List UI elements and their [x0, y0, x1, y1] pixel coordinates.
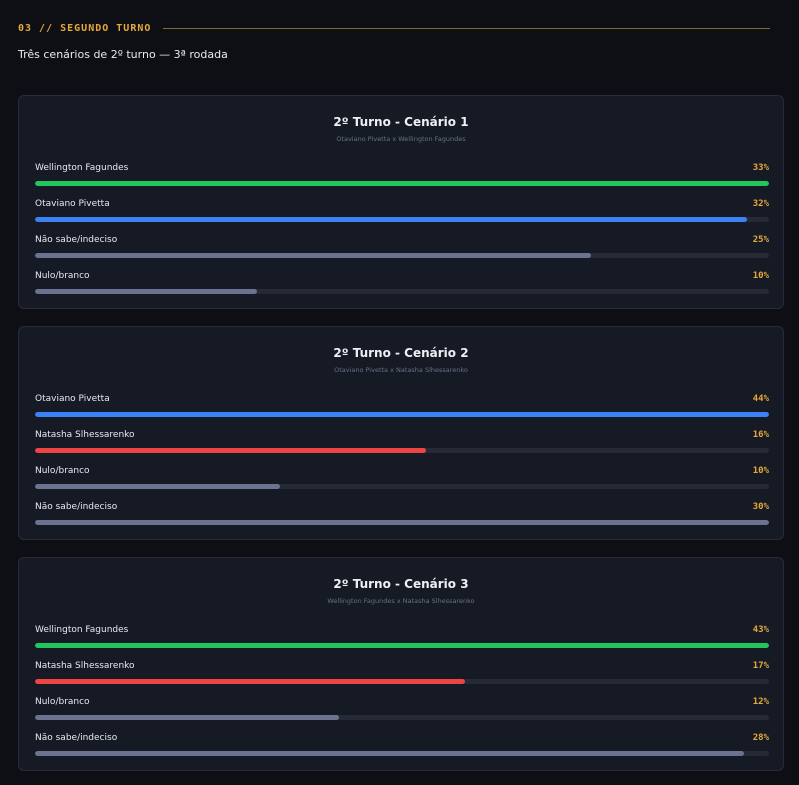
- bar: [35, 448, 427, 453]
- bar-label: Natasha Slhessarenko: [35, 661, 135, 671]
- bar-row: Wellington Fagundes 33%: [35, 163, 769, 193]
- bar-label: Nulo/branco: [35, 697, 90, 707]
- bar-row: Natasha Slhessarenko 16%: [35, 430, 769, 460]
- bar-row: Otaviano Pivetta 44%: [35, 394, 769, 424]
- bar-track: [35, 715, 769, 720]
- bar: [35, 679, 466, 684]
- bar-track: [35, 253, 769, 258]
- bar-track: [35, 643, 769, 648]
- section-header: 03 // SEGUNDO TURNO: [18, 21, 770, 35]
- bar: [35, 520, 769, 525]
- bar-label: Não sabe/indeciso: [35, 502, 118, 512]
- bar-value-label: 10%: [752, 466, 769, 476]
- bar-row: Natasha Slhessarenko 17%: [35, 661, 769, 691]
- bar-row: Wellington Fagundes 43%: [35, 625, 769, 655]
- bar-value-label: 33%: [752, 163, 769, 173]
- bar: [35, 253, 592, 258]
- section-divider: [163, 27, 770, 29]
- bar-row: Otaviano Pivetta 32%: [35, 199, 769, 229]
- bar-track: [35, 751, 769, 756]
- scenario-subtitle: Wellington Fagundes x Natasha Slhessaren…: [327, 597, 475, 605]
- scenario-title: 2º Turno - Cenário 1: [333, 115, 469, 129]
- bar: [35, 751, 744, 756]
- bar-label: Wellington Fagundes: [35, 163, 129, 173]
- scenario-card-3: 2º Turno - Cenário 3 Wellington Fagundes…: [18, 557, 784, 771]
- bar-value-label: 16%: [752, 430, 769, 440]
- bar-label: Otaviano Pivetta: [35, 394, 110, 404]
- scenario-title: 2º Turno - Cenário 2: [333, 346, 469, 360]
- bar-track: [35, 217, 769, 222]
- bar-track: [35, 484, 769, 489]
- section-subtitle: Três cenários de 2º turno — 3ª rodada: [18, 48, 228, 61]
- bar-value-label: 32%: [752, 199, 769, 209]
- bar-track: [35, 448, 769, 453]
- bar-row: Não sabe/indeciso 25%: [35, 235, 769, 265]
- bar-label: Não sabe/indeciso: [35, 235, 118, 245]
- bar-value-label: 25%: [752, 235, 769, 245]
- bar-row: Não sabe/indeciso 30%: [35, 502, 769, 532]
- bar-value-label: 30%: [752, 502, 769, 512]
- bar: [35, 412, 769, 417]
- bar-track: [35, 289, 769, 294]
- bar-value-label: 44%: [752, 394, 769, 404]
- bar-row: Nulo/branco 12%: [35, 697, 769, 727]
- bar-value-label: 12%: [752, 697, 769, 707]
- bar: [35, 181, 769, 186]
- bar-row: Não sabe/indeciso 28%: [35, 733, 769, 763]
- bar-track: [35, 181, 769, 186]
- bar-track: [35, 679, 769, 684]
- bar: [35, 484, 280, 489]
- bar: [35, 715, 339, 720]
- bar-label: Nulo/branco: [35, 466, 90, 476]
- bar-value-label: 28%: [752, 733, 769, 743]
- bar-track: [35, 412, 769, 417]
- bar-label: Nulo/branco: [35, 271, 90, 281]
- bar: [35, 643, 769, 648]
- bar: [35, 289, 258, 294]
- bar-label: Natasha Slhessarenko: [35, 430, 135, 440]
- bar-value-label: 17%: [752, 661, 769, 671]
- bar-row: Nulo/branco 10%: [35, 466, 769, 496]
- bar-value-label: 10%: [752, 271, 769, 281]
- bar-row: Nulo/branco 10%: [35, 271, 769, 301]
- bar-label: Wellington Fagundes: [35, 625, 129, 635]
- bar-track: [35, 520, 769, 525]
- bar: [35, 217, 747, 222]
- bar-label: Otaviano Pivetta: [35, 199, 110, 209]
- scenario-card-2: 2º Turno - Cenário 2 Otaviano Pivetta x …: [18, 326, 784, 540]
- bar-label: Não sabe/indeciso: [35, 733, 118, 743]
- scenario-card-1: 2º Turno - Cenário 1 Otaviano Pivetta x …: [18, 95, 784, 309]
- scenario-subtitle: Otaviano Pivetta x Natasha Slhessarenko: [334, 366, 468, 374]
- section-label: 03 // SEGUNDO TURNO: [18, 22, 152, 34]
- scenario-subtitle: Otaviano Pivetta x Wellington Fagundes: [336, 135, 466, 143]
- bar-value-label: 43%: [752, 625, 769, 635]
- scenario-title: 2º Turno - Cenário 3: [333, 577, 469, 591]
